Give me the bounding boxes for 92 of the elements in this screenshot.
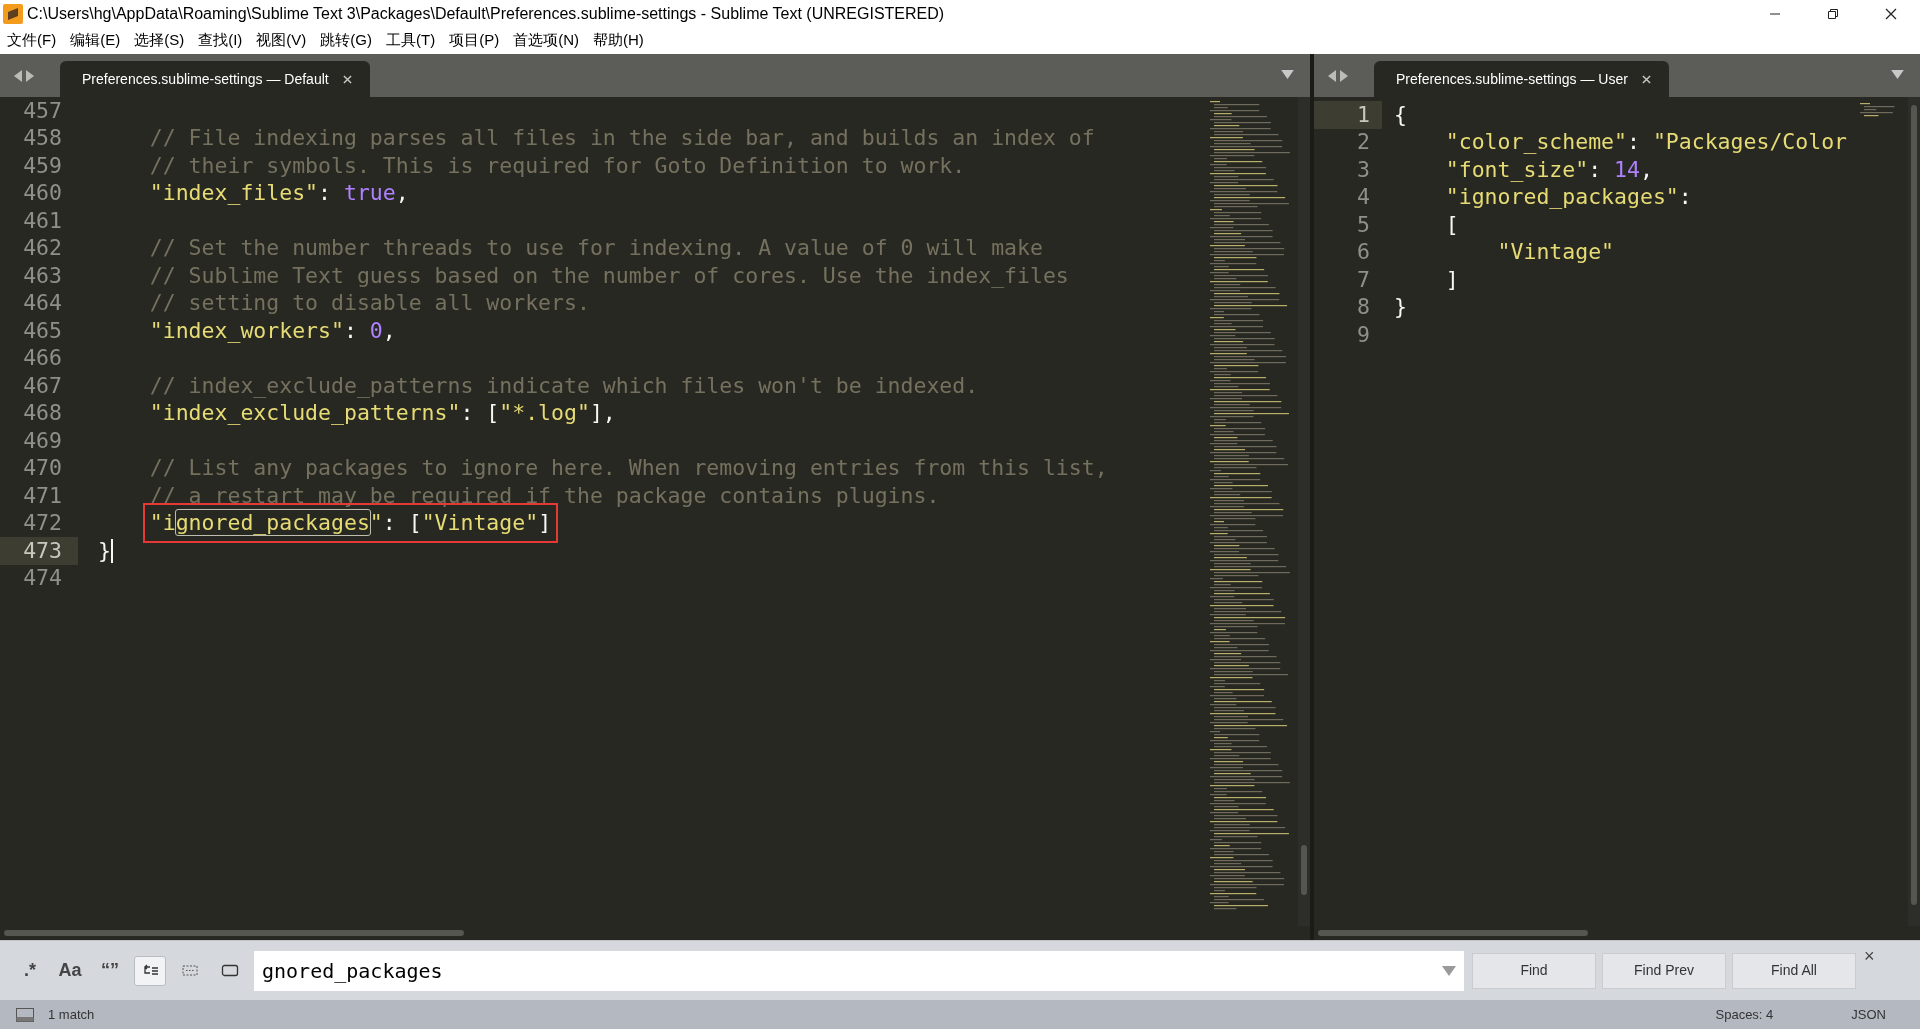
line-number: 458 [23,124,62,153]
restore-icon [1827,7,1839,20]
menu-item[interactable]: 选择(S) [134,29,185,52]
find-button[interactable]: Find Prev [1602,952,1726,989]
menu-item[interactable]: 首选项(N) [513,29,579,52]
window-title: C:\Users\hg\AppData\Roaming\Sublime Text 3\Packages\Default\Preferences.sublime-settings - Sublime Text (UNREGISTERED) [27,3,945,24]
regex-toggle[interactable]: .* [14,955,46,986]
highlight-icon [221,963,239,978]
previous-tab-icon[interactable] [14,69,22,82]
line-number: 464 [23,289,62,318]
close-panel-button[interactable]: × [1864,947,1875,965]
next-tab-icon[interactable] [1340,69,1348,82]
line-number: 471 [23,481,62,510]
line-number: 461 [23,206,62,235]
code-line: "Vintage" [1496,238,1615,267]
find-button[interactable]: Find [1472,952,1596,989]
tab-list-dropdown-icon[interactable] [1281,70,1294,79]
line-number: 469 [23,426,62,455]
code-line: "ignored_packages": [1444,183,1692,212]
code-line: // File indexing parses all files in the side bar, and builds an index of [148,124,1095,153]
code-line: "index_files": true, [148,179,409,208]
menu-item[interactable]: 文件(F) [7,29,57,52]
vertical-scrollbar[interactable] [1908,97,1920,926]
code-line: { [1394,100,1407,129]
close-icon [1885,7,1897,20]
app-logo-icon [3,3,23,24]
code-line: // List any packages to ignore here. When removing entries from this list, [148,454,1108,483]
line-number: 465 [23,316,62,345]
wrap-icon [141,963,159,978]
line-number: 457 [23,97,62,125]
line-number: 4 [1357,183,1370,212]
vertical-scrollbar[interactable] [1298,97,1310,926]
editor-tab[interactable]: Preferences.sublime-settings — User [1374,61,1669,97]
code-line: // Set the number threads to use for indexing. A value of 0 will make [148,234,1043,263]
code-line: } [98,536,111,565]
menu-item[interactable]: 视图(V) [256,29,307,52]
code-line: } [1394,293,1407,322]
dropdown-arrow-icon[interactable] [1442,965,1456,976]
line-number: 467 [23,371,62,400]
selection-icon [181,963,199,978]
line-number: 474 [23,564,62,593]
tab-list-dropdown-icon[interactable] [1891,70,1904,79]
indentation-status[interactable]: Spaces: 4 [1715,1004,1774,1025]
code-line: // their symbols. This is required for Goto Definition to work. [148,151,966,180]
line-number: 6 [1357,238,1370,267]
line-number: 5 [1357,210,1370,239]
line-number: 463 [23,261,62,290]
code-line: ] [1444,265,1459,294]
code-line: "index_exclude_patterns": ["*.log"], [148,399,616,428]
editor-tab[interactable]: Preferences.sublime-settings — Default [60,61,370,97]
close-tab-icon[interactable] [1641,74,1651,84]
line-number: 8 [1357,293,1370,322]
line-number: 472 [23,509,62,538]
line-number: 466 [23,344,62,373]
line-number: 7 [1357,265,1370,294]
horizontal-scrollbar[interactable] [0,926,1310,940]
panel-icon[interactable] [16,1007,34,1022]
line-number: 462 [23,234,62,263]
code-line: "ignored_packages": ["Vintage"] [149,510,552,536]
wrap-toggle[interactable] [134,955,166,986]
code-line: // Sublime Text guess based on the number of cores. Use the index_files [148,261,1069,290]
previous-tab-icon[interactable] [1328,69,1336,82]
code-line: "index_workers": 0, [148,316,396,345]
menu-item[interactable]: 项目(P) [449,29,500,52]
line-number: 9 [1357,320,1370,349]
case-toggle[interactable]: Aa [54,955,86,986]
status-text: 1 match [48,1005,95,1024]
menu-item[interactable]: 跳转(G) [320,29,372,52]
menu-item[interactable]: 编辑(E) [70,29,121,52]
line-number: 459 [23,151,62,180]
code-line: // index_exclude_patterns indicate which files won't be indexed. [148,371,979,400]
line-number: 470 [23,454,62,483]
line-number: 460 [23,179,62,208]
whole-word-toggle[interactable]: “” [94,955,126,986]
code-line: "color_scheme": "Packages/Color [1444,128,1848,157]
next-tab-icon[interactable] [26,69,34,82]
syntax-status[interactable]: JSON [1851,1004,1886,1025]
line-number: 2 [1357,128,1370,157]
menu-item[interactable]: 查找(I) [198,29,243,52]
line-number: 473 [23,536,62,565]
line-number: 1 [1357,100,1370,129]
find-field[interactable]: gnored_packages [254,950,1464,991]
line-number: 3 [1357,155,1370,184]
line-number: 468 [23,399,62,428]
close-tab-icon[interactable] [342,74,352,84]
code-line: [ [1444,210,1459,239]
menu-item[interactable]: 帮助(H) [593,29,644,52]
find-button[interactable]: Find All [1732,952,1856,989]
horizontal-scrollbar[interactable] [1314,926,1920,940]
menu-item[interactable]: 工具(T) [386,29,436,52]
code-line: "font_size": 14, [1444,155,1653,184]
code-line: // setting to disable all workers. [148,289,590,318]
